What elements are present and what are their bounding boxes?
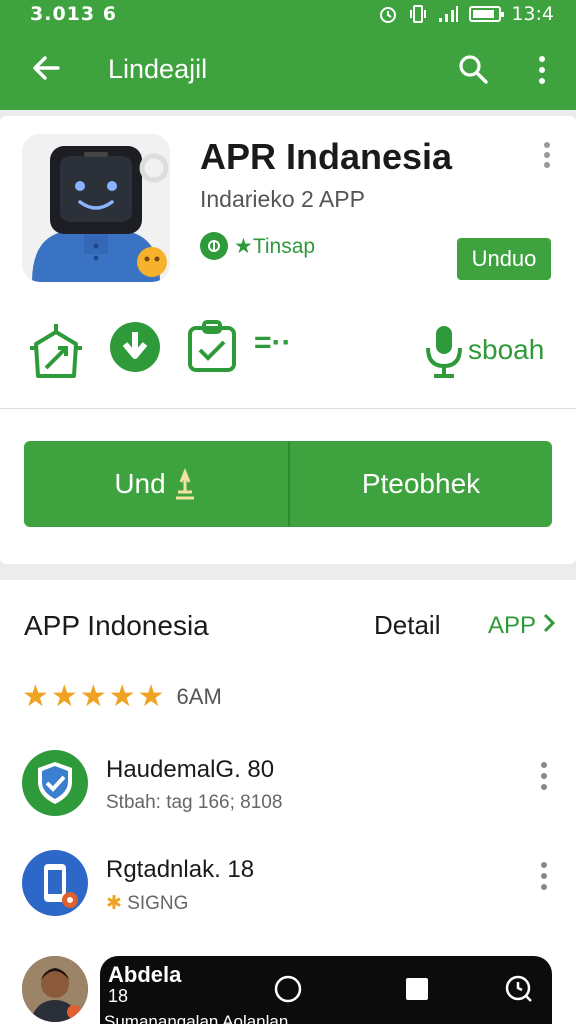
search-clock-icon[interactable] (504, 974, 534, 1004)
app-bar: Lindeajil (0, 30, 576, 110)
battery-icon (469, 6, 505, 22)
install-figure-icon (175, 468, 194, 500)
more-vert-icon[interactable] (536, 140, 558, 170)
search-icon[interactable] (456, 52, 490, 86)
divider (0, 408, 576, 409)
info-right-label: sboah (468, 334, 545, 365)
download-action-label: Und (114, 468, 166, 499)
android-flag-icon (30, 324, 82, 378)
download-action-button[interactable]: Und (24, 441, 288, 527)
status-left-text: 3.013 6 (30, 3, 117, 25)
detail-link[interactable]: Detail (374, 610, 440, 641)
home-circle-icon[interactable] (273, 974, 303, 1004)
info-icon-row: =·· sboah (0, 318, 576, 384)
star-icon: ★ (50, 680, 78, 713)
install-button[interactable]: Unduo (457, 238, 551, 280)
more-vert-icon[interactable] (533, 760, 555, 792)
robot-mascot-icon (22, 134, 170, 282)
badge-circle-icon (200, 232, 228, 260)
list-item[interactable]: HaudemalG. 80 Stbah: tag 166; 8108 (0, 750, 576, 830)
info-dots-label: =·· (254, 326, 292, 359)
microphone-icon (426, 326, 462, 378)
back-arrow-icon[interactable] (28, 50, 64, 86)
badge-label: ★Tinsap (234, 234, 316, 258)
status-bar: 3.013 6 13:4 (0, 0, 576, 30)
list-item-title: Rgtadnlak. 18 (106, 856, 255, 883)
list-item-title: Abdela (108, 962, 182, 987)
phone-icon (22, 850, 88, 916)
editor-badge: ★Tinsap (200, 232, 315, 260)
app-header-card: APR Indanesia Indarieko 2 APP ★Tinsap Un… (0, 116, 576, 564)
clipboard-check-icon (188, 320, 236, 372)
more-vert-icon[interactable] (530, 52, 554, 88)
open-action-button[interactable]: Pteobhek (290, 441, 552, 527)
star-icon: ★ (22, 680, 49, 713)
app-subtitle: Indarieko 2 APP (200, 186, 365, 212)
list-item-subtitle-text: SIGNG (127, 893, 189, 914)
battery-fill (473, 10, 494, 18)
list-item-subtitle: 18 (108, 986, 129, 1006)
sparkle-icon: ✱ (106, 893, 122, 914)
list-item-subtitle: Stbah: tag 166; 8108 (106, 792, 283, 813)
signal-icon (439, 6, 459, 22)
star-icon: ★ (79, 680, 107, 713)
shield-check-icon (22, 750, 88, 816)
star-icon: ★ (108, 680, 136, 713)
vibrate-icon (410, 5, 427, 23)
app-link[interactable]: APP (488, 612, 556, 640)
bottom-cut-text: Sumanangalan Aolanlan (104, 1012, 289, 1024)
alarm-icon (380, 7, 397, 23)
action-button-group: Und Pteobhek (24, 441, 552, 527)
recents-square-icon[interactable] (402, 974, 432, 1004)
app-name: APR Indanesia (200, 136, 453, 177)
list-item-subtitle: ✱ SIGNG (106, 892, 188, 915)
download-circle-icon (110, 322, 160, 372)
chevron-right-icon (544, 613, 556, 633)
list-item[interactable]: Rgtadnlak. 18 ✱ SIGNG (0, 850, 576, 930)
star-icon: ★ (137, 680, 165, 713)
app-bar-title: Lindeajil (108, 54, 208, 84)
app-link-label: APP (488, 612, 536, 639)
rating-text: 6AM (176, 684, 222, 709)
section-title: APP Indonesia (24, 610, 209, 641)
app-icon[interactable] (22, 134, 170, 282)
list-item-title: HaudemalG. 80 (106, 756, 275, 783)
rating-stars: ★ ★ ★ ★ ★ 6AM (22, 682, 222, 712)
status-time: 13:4 (511, 3, 554, 25)
more-vert-icon[interactable] (533, 860, 555, 892)
status-right: 13:4 (377, 3, 554, 25)
person-avatar (22, 956, 88, 1022)
